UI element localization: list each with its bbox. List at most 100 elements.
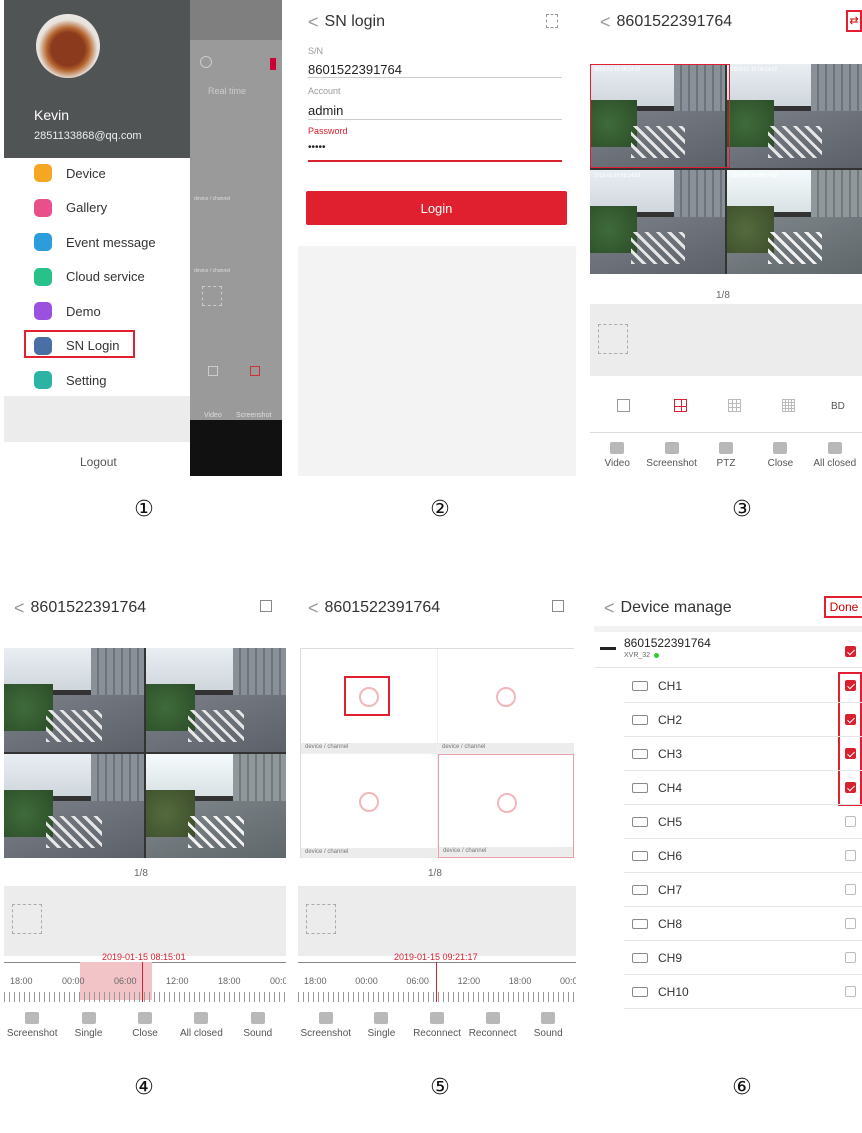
- time-tick-label: 06:00: [406, 976, 429, 986]
- toolbar-single[interactable]: Single: [354, 1012, 410, 1039]
- channel-cell[interactable]: device / channel: [438, 649, 574, 753]
- menu-item-cloud-service[interactable]: Cloud service: [34, 267, 145, 286]
- toolbar-close[interactable]: Close: [117, 1012, 173, 1039]
- channel-checkbox[interactable]: [845, 714, 856, 725]
- add-camera-icon[interactable]: [359, 792, 379, 812]
- scan-icon[interactable]: [546, 14, 558, 28]
- back-icon[interactable]: <: [604, 598, 615, 619]
- back-icon[interactable]: <: [308, 12, 319, 33]
- channel-row[interactable]: CH5: [624, 805, 862, 839]
- password-field[interactable]: •••••: [308, 142, 326, 153]
- layout-single-icon[interactable]: [617, 399, 630, 412]
- playback-timeline[interactable]: 2019-01-15 08:15:01 18:00 00:00 06:00 12:00 1…: [4, 952, 286, 1004]
- collapse-icon[interactable]: [600, 647, 616, 650]
- toolbar-single[interactable]: Single: [60, 1012, 116, 1039]
- camera-icon: [632, 714, 648, 725]
- toolbar-video[interactable]: Video: [590, 442, 644, 469]
- channel-checkbox[interactable]: [845, 952, 856, 963]
- menu-item-event-message[interactable]: Event message: [34, 233, 156, 251]
- channel-row[interactable]: CH4: [624, 771, 862, 805]
- camera-feed[interactable]: 2019-01-15 08:14:02: [727, 170, 862, 274]
- login-button[interactable]: Login: [306, 191, 567, 225]
- channel-row[interactable]: CH9: [624, 941, 862, 975]
- profile-header: Kevin 2851133868@qq.com: [4, 0, 190, 158]
- menu-item-setting[interactable]: Setting: [34, 371, 106, 389]
- toolbar-sound[interactable]: Sound: [520, 1012, 576, 1039]
- back-icon[interactable]: <: [308, 598, 319, 619]
- camera-feed[interactable]: 2019-01-15 08:14:02: [590, 170, 725, 274]
- channel-row[interactable]: CH1: [624, 669, 862, 703]
- playback-timeline[interactable]: 2019-01-15 09:21:17 18:00 00:00 06:00 12:00 1…: [298, 952, 576, 1004]
- toolbar-screenshot[interactable]: Screenshot: [4, 1012, 60, 1039]
- channel-row[interactable]: CH8: [624, 907, 862, 941]
- channel-cell[interactable]: device / channel: [301, 754, 437, 858]
- channel-checkbox[interactable]: [845, 884, 856, 895]
- channel-checkbox[interactable]: [845, 680, 856, 691]
- account-field[interactable]: admin: [308, 103, 343, 118]
- channel-row[interactable]: CH10: [624, 975, 862, 1009]
- camera-feed[interactable]: [4, 648, 144, 752]
- camera-icon: [632, 850, 648, 861]
- bd-quality-button[interactable]: BD: [831, 401, 845, 412]
- menu-item-device[interactable]: Device: [34, 164, 106, 182]
- channel-row[interactable]: CH6: [624, 839, 862, 873]
- layout-16-icon[interactable]: [782, 399, 795, 412]
- page-indicator: 1/8: [428, 868, 442, 879]
- back-icon[interactable]: <: [14, 598, 25, 619]
- logout-button[interactable]: Logout: [80, 455, 117, 469]
- calendar-icon[interactable]: [552, 600, 564, 612]
- toolbar-ptz[interactable]: PTZ: [699, 442, 753, 469]
- time-tick-label: 18:00: [304, 976, 327, 986]
- channel-row[interactable]: CH3: [624, 737, 862, 771]
- bg-device-channel-1: device / channel: [194, 196, 231, 202]
- time-tick-label: 06:00: [114, 976, 137, 986]
- camera-icon: [632, 986, 648, 997]
- done-button[interactable]: Done: [824, 596, 862, 618]
- toolbar-all-closed[interactable]: All closed: [173, 1012, 229, 1039]
- video-camera-icon: [34, 164, 52, 182]
- add-camera-icon[interactable]: [496, 687, 516, 707]
- calendar-icon[interactable]: [260, 600, 272, 612]
- toolbar-sound[interactable]: Sound: [230, 1012, 286, 1039]
- back-icon[interactable]: <: [600, 12, 611, 33]
- folder-icon[interactable]: [306, 904, 336, 934]
- channel-cell[interactable]: device / channel: [438, 754, 574, 858]
- camera-feed[interactable]: 2019-01-15 08:14:02: [727, 64, 862, 168]
- device-title: 8601522391764: [324, 599, 441, 616]
- add-camera-icon[interactable]: [497, 793, 517, 813]
- device-row[interactable]: 8601522391764 XVR_32: [594, 632, 862, 668]
- toolbar-all-closed[interactable]: All closed: [808, 442, 862, 469]
- device-checkbox[interactable]: [845, 646, 856, 657]
- close-icon: [137, 1012, 152, 1024]
- folder-icon[interactable]: [12, 904, 42, 934]
- camera-timestamp: 2019-01-15 08:14:02: [731, 173, 778, 179]
- channel-checkbox[interactable]: [845, 918, 856, 929]
- toolbar-reconnect[interactable]: Reconnect: [465, 1012, 521, 1039]
- toolbar-screenshot[interactable]: Screenshot: [644, 442, 698, 469]
- channel-row[interactable]: CH2: [624, 703, 862, 737]
- camera-timestamp: 2019-01-15 08:14:02: [731, 67, 778, 73]
- layout-quad-icon[interactable]: [674, 399, 687, 412]
- layout-9-icon[interactable]: [728, 399, 741, 412]
- switch-icon[interactable]: ⇄: [846, 10, 862, 32]
- camera-feed[interactable]: [4, 754, 144, 858]
- camera-feed[interactable]: [146, 754, 286, 858]
- avatar[interactable]: [36, 14, 100, 78]
- toolbar-close[interactable]: Close: [753, 442, 807, 469]
- camera-feed[interactable]: [146, 648, 286, 752]
- channel-checkbox[interactable]: [845, 782, 856, 793]
- channel-checkbox[interactable]: [845, 816, 856, 827]
- channel-name: CH8: [658, 916, 683, 931]
- toolbar-screenshot[interactable]: Screenshot: [298, 1012, 354, 1039]
- selected-cell-highlight: [590, 64, 730, 168]
- channel-checkbox[interactable]: [845, 748, 856, 759]
- channel-checkbox[interactable]: [845, 850, 856, 861]
- channel-row[interactable]: CH7: [624, 873, 862, 907]
- toolbar-reconnect[interactable]: Reconnect: [409, 1012, 465, 1039]
- folder-icon[interactable]: [598, 324, 628, 354]
- menu-item-gallery[interactable]: Gallery: [34, 198, 107, 217]
- channel-checkbox[interactable]: [845, 986, 856, 997]
- sn-field[interactable]: 8601522391764: [308, 62, 402, 77]
- demo-icon: [34, 302, 52, 320]
- menu-item-demo[interactable]: Demo: [34, 302, 101, 320]
